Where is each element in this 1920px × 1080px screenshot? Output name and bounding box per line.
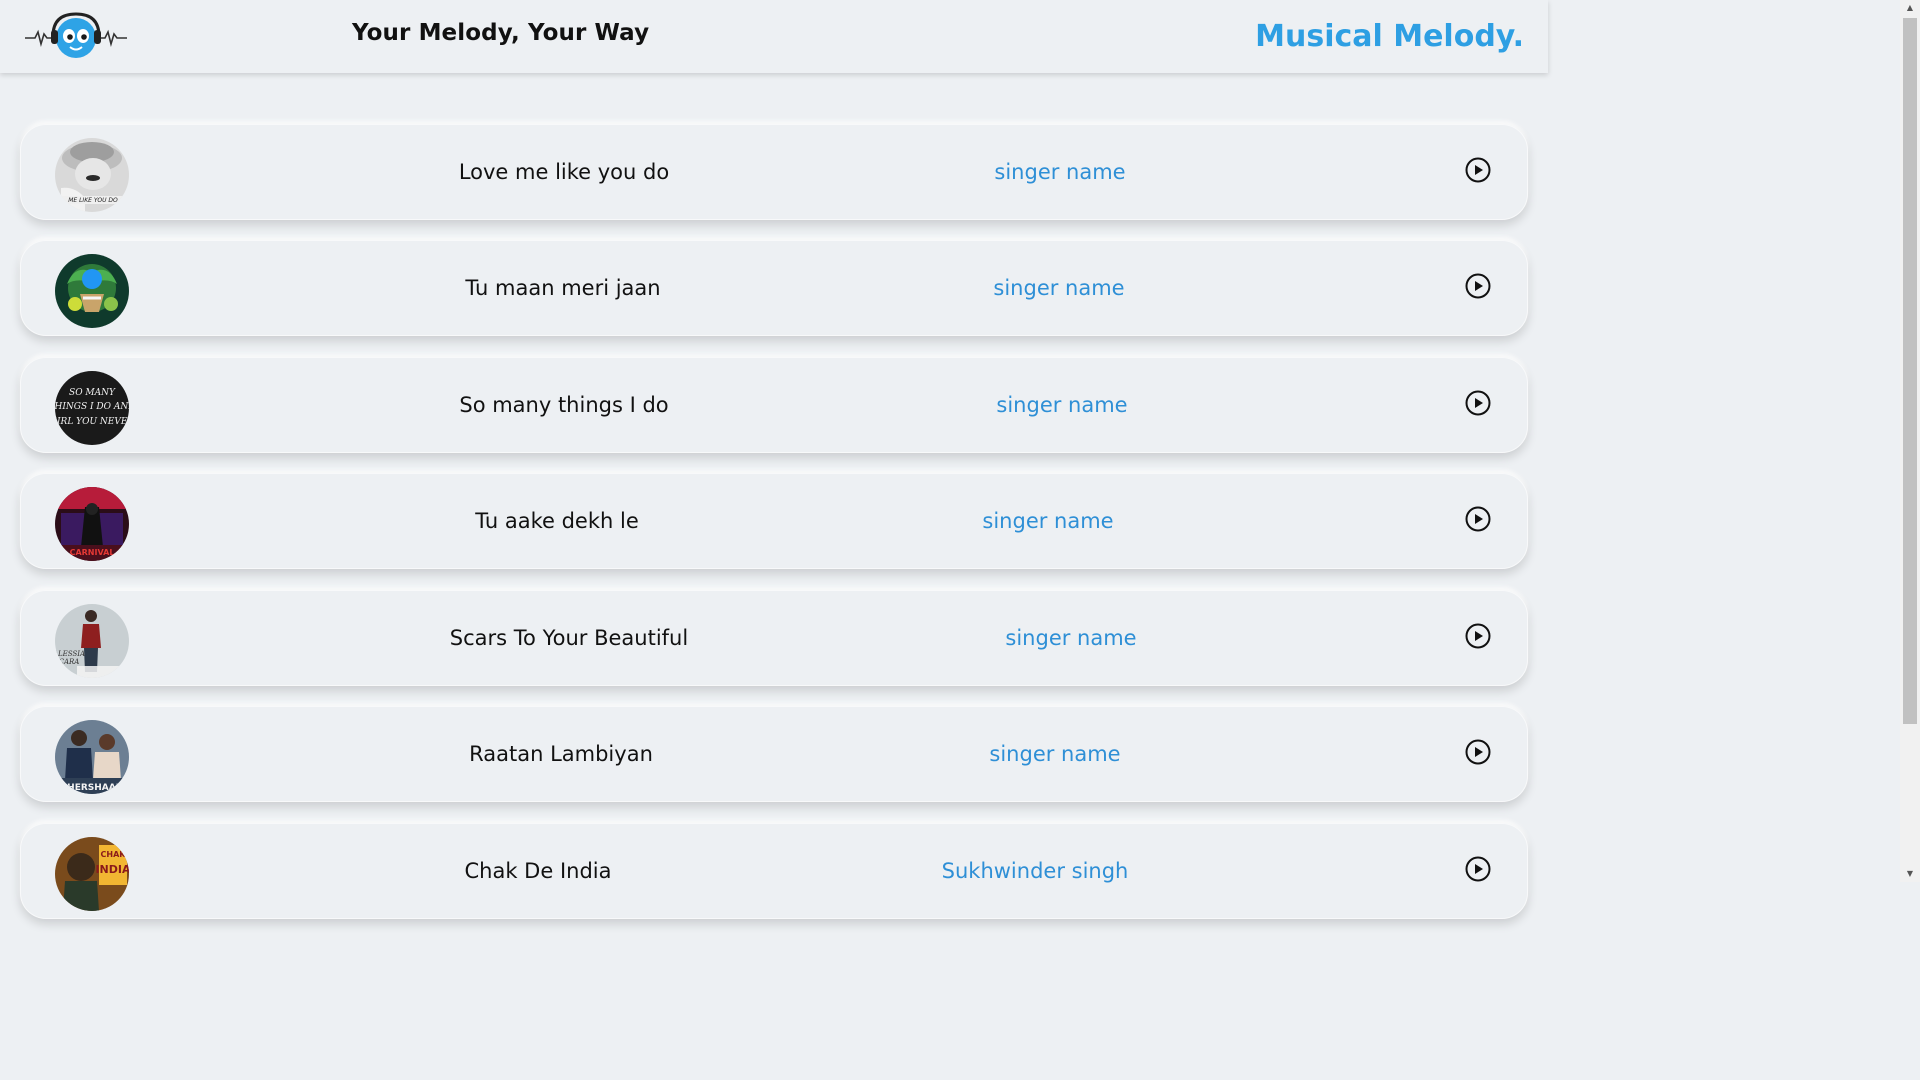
song-card[interactable]: SHERSHAAH Raatan Lambiyan singer name	[20, 706, 1528, 802]
svg-text:CHAK: CHAK	[101, 850, 127, 859]
album-cover: ALESSIA CARA	[55, 604, 129, 678]
play-circle-icon[interactable]	[1465, 157, 1491, 183]
singer-name: Sukhwinder singh	[941, 859, 1129, 883]
song-title: Tu aake dekh le	[475, 509, 639, 533]
song-card[interactable]: ME LIKE YOU DO Love me like you do singe…	[20, 124, 1528, 220]
play-circle-icon[interactable]	[1465, 856, 1491, 882]
song-card[interactable]: CHAK INDIA Chak De India Sukhwinder sing…	[20, 823, 1528, 919]
scroll-down-arrow-icon[interactable]: ▼	[1900, 866, 1920, 882]
svg-text:CARNIVAL: CARNIVAL	[70, 548, 115, 557]
scroll-up-arrow-icon[interactable]: ▲	[1900, 0, 1920, 16]
singer-name: singer name	[1005, 626, 1137, 650]
song-title: So many things I do	[459, 393, 669, 417]
song-card[interactable]: Tu maan meri jaan singer name	[20, 240, 1528, 336]
singer-name: singer name	[982, 509, 1114, 533]
album-cover: SHERSHAAH	[55, 720, 129, 794]
song-title: Raatan Lambiyan	[469, 742, 653, 766]
play-circle-icon[interactable]	[1465, 273, 1491, 299]
song-card[interactable]: ALESSIA CARA Scars To Your Beautiful sin…	[20, 590, 1528, 686]
album-cover: CARNIVAL	[55, 487, 129, 561]
svg-text:INDIA: INDIA	[95, 863, 129, 876]
svg-text:SHERSHAAH: SHERSHAAH	[61, 783, 124, 793]
song-title: Love me like you do	[458, 160, 670, 184]
svg-text:SO MANY: SO MANY	[69, 388, 116, 398]
svg-text:ALESSIA: ALESSIA	[55, 650, 85, 658]
tagline: Your Melody, Your Way	[352, 20, 650, 46]
vertical-scrollbar[interactable]: ▲ ▼	[1900, 0, 1920, 882]
play-circle-icon[interactable]	[1465, 390, 1491, 416]
song-card[interactable]: SO MANY THINGS I DO AND GIRL YOU NEVER S…	[20, 357, 1528, 453]
singer-name: singer name	[994, 160, 1126, 184]
song-title: Tu maan meri jaan	[465, 276, 661, 300]
scroll-thumb[interactable]	[1903, 18, 1917, 724]
svg-text:ME LIKE YOU DO: ME LIKE YOU DO	[68, 197, 118, 204]
album-cover: SO MANY THINGS I DO AND GIRL YOU NEVER	[55, 371, 129, 445]
album-cover: CHAK INDIA	[55, 837, 129, 911]
singer-name: singer name	[993, 276, 1125, 300]
svg-text:GIRL YOU NEVER: GIRL YOU NEVER	[55, 417, 129, 427]
song-title: Scars To Your Beautiful	[449, 626, 689, 650]
play-circle-icon[interactable]	[1465, 506, 1491, 532]
song-card[interactable]: CARNIVAL Tu aake dekh le singer name	[20, 473, 1528, 569]
svg-text:THINGS I DO AND: THINGS I DO AND	[55, 402, 129, 412]
top-header: Your Melody, Your Way Musical Melody.	[0, 0, 1548, 73]
svg-text:CARA: CARA	[59, 658, 80, 666]
song-title: Chak De India	[464, 859, 612, 883]
album-cover: ME LIKE YOU DO	[55, 138, 129, 212]
singer-name: singer name	[989, 742, 1121, 766]
headphone-smiley-logo[interactable]	[25, 12, 127, 62]
play-circle-icon[interactable]	[1465, 739, 1491, 765]
singer-name: singer name	[996, 393, 1128, 417]
brand-name[interactable]: Musical Melody.	[1255, 19, 1524, 54]
play-circle-icon[interactable]	[1465, 623, 1491, 649]
album-cover	[55, 254, 129, 328]
